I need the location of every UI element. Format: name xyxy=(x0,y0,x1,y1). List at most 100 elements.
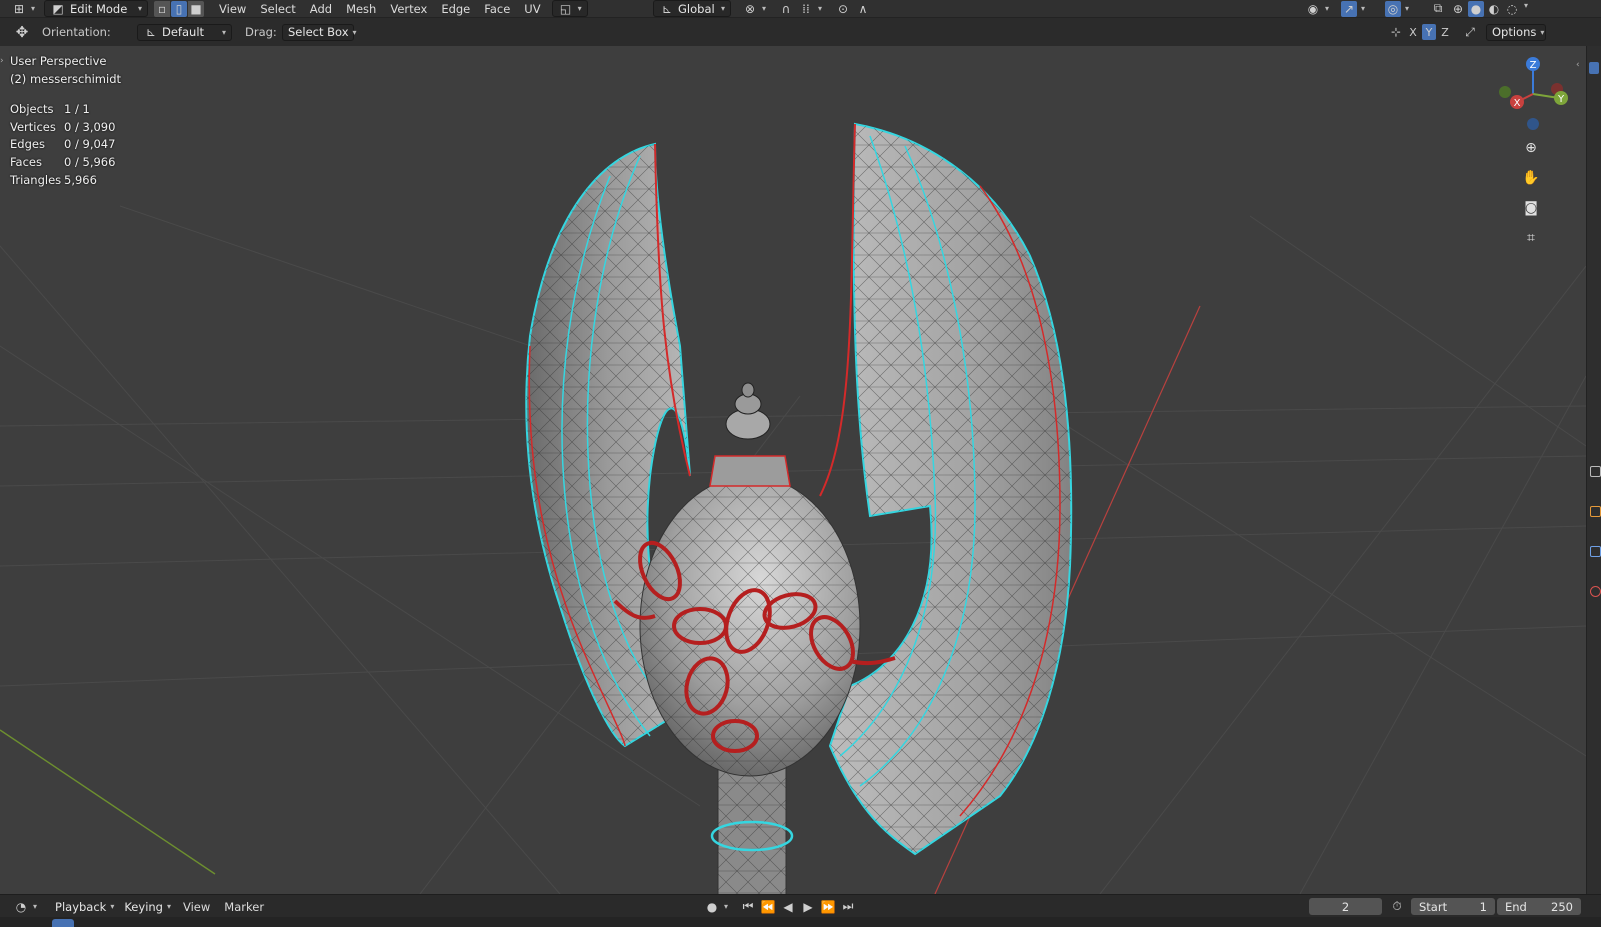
editor-type-button[interactable]: ⊞ ▾ xyxy=(6,0,40,17)
menu-add[interactable]: Add xyxy=(303,0,339,17)
auto-merge-icon[interactable]: ⤢ xyxy=(1462,24,1478,40)
start-label: Start xyxy=(1419,899,1448,914)
mirror-y-toggle[interactable]: Y xyxy=(1422,24,1436,40)
playback-label: Playback xyxy=(55,899,107,914)
gizmo-icon: ↗ xyxy=(1341,0,1357,17)
drag-dropdown[interactable]: Select Box ▾ xyxy=(282,23,357,41)
timeline-view-menu[interactable]: View xyxy=(176,898,217,915)
move-tool-icon[interactable]: ✥ xyxy=(14,23,30,41)
chevron-down-icon: ▾ xyxy=(577,4,582,13)
transform-orientation-dropdown[interactable]: ⊾ Global ▾ xyxy=(653,0,731,17)
menu-mesh[interactable]: Mesh xyxy=(339,0,383,17)
material-shading-icon[interactable]: ◐ xyxy=(1486,1,1502,17)
face-select-icon[interactable]: ■ xyxy=(188,0,205,17)
edge-select-icon[interactable]: ▯ xyxy=(171,0,188,17)
drag-label: Drag: xyxy=(245,25,277,39)
uv-tools-dropdown[interactable]: ◱ ▾ xyxy=(551,0,588,17)
mirror-icon[interactable]: ⊹ xyxy=(1388,24,1404,40)
orientation-icon: ⊾ xyxy=(145,25,157,39)
menu-select[interactable]: Select xyxy=(253,0,302,17)
chevron-down-icon[interactable]: ▾ xyxy=(1524,1,1528,17)
snap-target-dropdown[interactable]: ⁞⁞ ▾ xyxy=(793,0,827,17)
chevron-down-icon: ▾ xyxy=(1540,27,1545,37)
menu-edge[interactable]: Edge xyxy=(434,0,477,17)
jump-start-icon[interactable]: ⏮ xyxy=(740,899,756,915)
global-axis-icon: ⊾ xyxy=(661,1,673,16)
outliner-tab-icon[interactable] xyxy=(1589,62,1599,74)
stat-row-edges: Edges 0 / 9,047 xyxy=(10,137,116,152)
tool-tab-icon[interactable] xyxy=(1590,466,1601,477)
zoom-icon[interactable]: ⊕ xyxy=(1520,137,1542,159)
overlay-toggle[interactable]: ◎ ▾ xyxy=(1380,0,1414,17)
chevron-down-icon: ▾ xyxy=(1361,4,1366,13)
toolbar-toggle-arrow[interactable]: › xyxy=(0,56,4,66)
chevron-down-icon: ▾ xyxy=(110,902,115,911)
prev-keyframe-icon[interactable]: ⏪ xyxy=(760,899,776,915)
keying-menu[interactable]: Keying ▾ xyxy=(119,898,176,915)
start-frame-field[interactable]: Start 1 xyxy=(1411,898,1495,915)
end-frame-field[interactable]: End 250 xyxy=(1497,898,1581,915)
clock-editor-icon: ◔ xyxy=(15,899,27,914)
rendered-shading-icon[interactable]: ◌ xyxy=(1504,1,1520,17)
menu-face[interactable]: Face xyxy=(477,0,517,17)
y-axis-line xyxy=(0,729,216,875)
chevron-down-icon: ▾ xyxy=(138,4,143,13)
timeline-ruler[interactable] xyxy=(0,917,1601,927)
active-object-name: (2) messerschimidt xyxy=(10,72,122,86)
navigation-gizmo[interactable]: Z Y X xyxy=(1495,54,1575,134)
chevron-down-icon: ▾ xyxy=(33,902,38,911)
jump-end-icon[interactable]: ⏭ xyxy=(840,899,856,915)
3d-viewport[interactable]: User Perspective (2) messerschimidt Obje… xyxy=(0,46,1586,894)
timeline-editor-type-button[interactable]: ◔ ▾ xyxy=(8,898,42,915)
visibility-dropdown[interactable]: ◉ ▾ xyxy=(1300,0,1334,17)
mirror-z-toggle[interactable]: Z xyxy=(1438,24,1452,40)
xray-icon: ⧉ xyxy=(1433,1,1443,15)
camera-icon[interactable]: ◙ xyxy=(1520,197,1542,219)
overlay-icon: ◎ xyxy=(1385,0,1401,17)
menu-view[interactable]: View xyxy=(212,0,253,17)
mirror-x-toggle[interactable]: X xyxy=(1406,24,1420,40)
playback-menu[interactable]: Playback ▾ xyxy=(50,898,119,915)
options-label: Options xyxy=(1492,25,1537,39)
orientation-value: Default xyxy=(162,25,205,39)
eye-icon: ◉ xyxy=(1307,1,1319,16)
sidebar-toggle-arrow[interactable]: ‹ xyxy=(1576,60,1580,70)
pivot-icon: ⊗ xyxy=(744,1,756,16)
wireframe-shading-icon[interactable]: ⊕ xyxy=(1450,1,1466,17)
solid-shading-icon[interactable]: ● xyxy=(1468,0,1484,17)
chevron-down-icon: ▾ xyxy=(1325,4,1330,13)
object-tab-icon[interactable] xyxy=(1590,506,1601,517)
material-tab-icon[interactable] xyxy=(1590,586,1601,597)
options-dropdown[interactable]: Options ▾ xyxy=(1486,23,1546,41)
header-menus: View Select Add Mesh Vertex Edge Face UV xyxy=(212,0,548,17)
modifier-tab-icon[interactable] xyxy=(1590,546,1601,557)
current-frame-field[interactable]: 2 xyxy=(1309,898,1382,915)
properties-tab-strip xyxy=(1586,46,1601,894)
vertex-select-icon[interactable]: ▫ xyxy=(154,0,171,17)
drag-value: Select Box xyxy=(288,25,349,39)
orientation-dropdown[interactable]: ⊾ Default ▾ xyxy=(137,23,232,41)
play-icon[interactable]: ▶ xyxy=(800,899,816,915)
marker-menu[interactable]: Marker xyxy=(217,898,271,915)
playhead-marker[interactable] xyxy=(52,919,74,927)
stopwatch-icon[interactable]: ⏱ xyxy=(1389,899,1405,915)
pan-hand-icon[interactable]: ✋ xyxy=(1520,167,1542,189)
gizmo-z-label: Z xyxy=(1530,60,1537,71)
menu-uv[interactable]: UV xyxy=(517,0,547,17)
chevron-down-icon[interactable]: ▾ xyxy=(724,902,728,911)
play-reverse-icon[interactable]: ◀ xyxy=(780,899,796,915)
gizmo-toggle[interactable]: ↗ ▾ xyxy=(1336,0,1370,17)
record-icon[interactable]: ● xyxy=(704,899,720,915)
xray-toggle[interactable]: ⧉ xyxy=(1425,0,1451,17)
mode-label: Edit Mode xyxy=(70,1,128,16)
pivot-point-dropdown[interactable]: ⊗ ▾ xyxy=(737,0,771,17)
menu-vertex[interactable]: Vertex xyxy=(383,0,434,17)
chevron-down-icon: ▾ xyxy=(352,27,357,37)
viewport-header: ⊞ ▾ ◩ Edit Mode ▾ ▫ ▯ ■ View Select Add Me… xyxy=(0,0,1601,18)
next-keyframe-icon[interactable]: ⏩ xyxy=(820,899,836,915)
proportional-edit-toggle[interactable]: ⊙ ∧ xyxy=(830,0,876,17)
perspective-grid-icon[interactable]: ⌗ xyxy=(1520,227,1542,249)
mode-dropdown[interactable]: ◩ Edit Mode ▾ xyxy=(44,0,149,17)
magnet-icon: ∩ xyxy=(781,1,791,16)
viewport-canvas xyxy=(0,122,1586,894)
